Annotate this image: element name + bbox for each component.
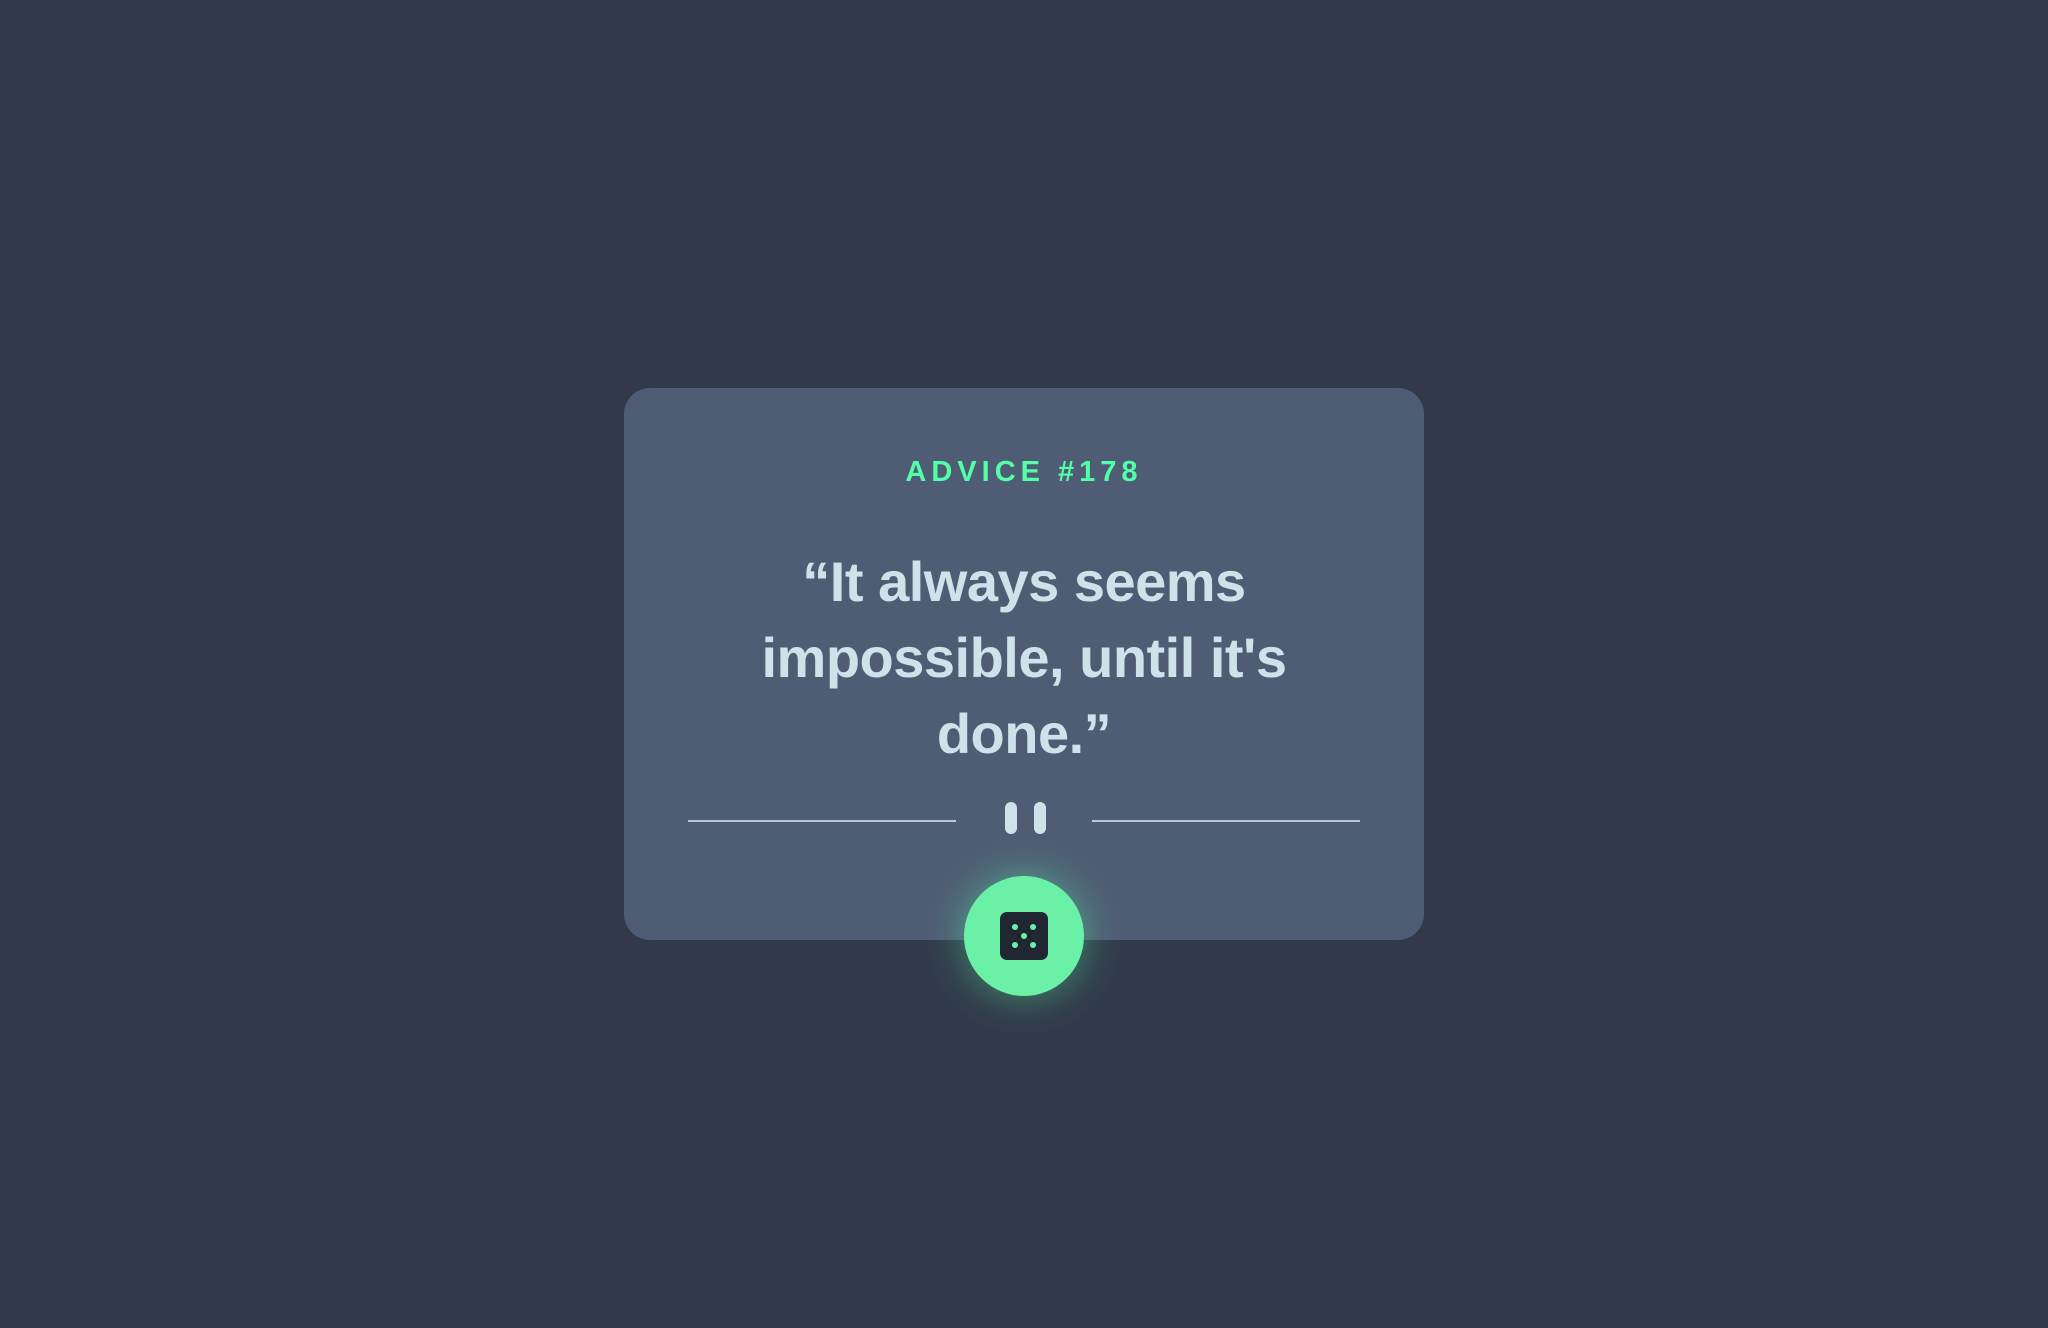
advice-quote: “It always seems impossible, until it's … (761, 550, 1287, 765)
divider-left-line (688, 820, 956, 822)
pause-bar-right (1034, 802, 1046, 834)
advice-number: ADVICE #178 (905, 456, 1143, 488)
new-advice-button[interactable] (964, 876, 1084, 996)
divider-right-line (1092, 820, 1360, 822)
dice-icon (1000, 912, 1048, 960)
pause-icon (1005, 802, 1047, 834)
pause-bar-left (1005, 802, 1017, 834)
